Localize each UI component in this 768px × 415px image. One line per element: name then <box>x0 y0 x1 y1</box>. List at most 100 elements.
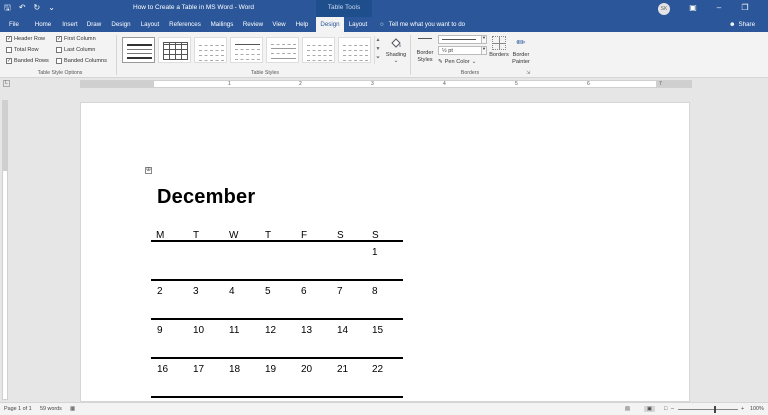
style-line <box>343 55 368 56</box>
tab-file[interactable]: File <box>4 17 24 32</box>
day-cell: 7 <box>337 286 343 297</box>
checkbox-box <box>6 47 12 53</box>
table-style-light-grid[interactable] <box>194 37 227 63</box>
tab-mailings[interactable]: Mailings <box>207 17 237 32</box>
zoom-slider-thumb[interactable] <box>714 406 716 413</box>
person-icon: ☻ <box>729 21 736 28</box>
style-line <box>127 53 152 54</box>
tab-design[interactable]: Design <box>109 17 133 32</box>
border-styles-button[interactable]: Border Styles <box>414 36 436 64</box>
style-line <box>235 54 260 55</box>
tab-table-layout[interactable]: Layout <box>346 17 370 32</box>
style-line <box>235 59 260 60</box>
ruler-body[interactable]: 1 2 3 4 5 6 7 <box>80 80 692 88</box>
share-button[interactable]: ☻ Share <box>729 17 755 32</box>
table-style-light-list[interactable] <box>230 37 263 63</box>
chevron-down-icon[interactable]: ▼ <box>375 45 381 54</box>
style-line <box>343 50 368 51</box>
calendar-table[interactable]: M T W T F S S 1 2 3 4 5 6 7 8 9 10 11 12… <box>151 229 403 398</box>
zoom-in-icon[interactable]: + <box>741 406 744 412</box>
restore-icon[interactable]: ❐ <box>732 2 758 14</box>
redo-icon[interactable]: ↻ <box>34 2 41 14</box>
group-label-table-styles: Table Styles <box>251 70 279 76</box>
tell-me-box[interactable]: ○ Tell me what you want to do <box>380 17 465 32</box>
style-line <box>271 53 296 54</box>
table-move-handle-icon[interactable]: ⊕ <box>145 167 152 174</box>
customize-qat-icon[interactable]: ⌄ <box>48 2 55 14</box>
share-label: Share <box>738 21 756 28</box>
tab-table-design[interactable]: Design <box>316 17 344 32</box>
zoom-out-icon[interactable]: – <box>671 406 674 412</box>
ribbon-tabs: File Home Insert Draw Design Layout Refe… <box>0 17 768 32</box>
dialog-launcher-icon[interactable]: ⇲ <box>526 70 530 76</box>
word-count[interactable]: 59 words <box>40 406 62 412</box>
banded-columns-checkbox[interactable]: Banded Columns <box>56 58 107 64</box>
tab-review[interactable]: Review <box>241 17 265 32</box>
weekday-cell: S <box>372 230 379 241</box>
line-style-dropdown[interactable] <box>438 35 482 44</box>
day-cell: 6 <box>301 286 307 297</box>
read-mode-icon[interactable]: ▤ <box>625 406 630 412</box>
tab-help[interactable]: Help <box>293 17 311 32</box>
more-icon[interactable]: ⏷ <box>375 54 381 63</box>
ribbon-display-icon[interactable]: ▣ <box>680 2 706 14</box>
line-sample <box>442 39 476 40</box>
borders-button[interactable]: Borders <box>487 36 511 59</box>
style-line <box>127 44 152 46</box>
chevron-up-icon[interactable]: ▲ <box>375 36 381 45</box>
undo-icon[interactable]: ↶ <box>19 2 26 14</box>
tab-selector[interactable]: L <box>3 80 10 87</box>
line-weight-value: ½ pt <box>442 48 453 54</box>
vertical-ruler-body[interactable] <box>2 100 8 400</box>
group-separator <box>116 35 117 75</box>
table-style-plain[interactable] <box>122 37 155 63</box>
tab-view[interactable]: View <box>270 17 288 32</box>
save-icon[interactable]: 🖫 <box>4 2 11 14</box>
pen-color-button[interactable]: ✎ Pen Color ⌄ <box>438 59 476 65</box>
line-weight-dropdown[interactable]: ½ pt <box>438 46 482 55</box>
total-row-checkbox[interactable]: Total Row <box>6 47 39 53</box>
day-cell: 18 <box>229 364 241 375</box>
ruler-number: 4 <box>443 81 446 87</box>
month-heading[interactable]: December <box>157 186 255 209</box>
day-cell: 12 <box>265 325 277 336</box>
header-row-checkbox[interactable]: ✓ Header Row <box>6 36 45 42</box>
checkbox-label: Last Column <box>64 47 96 53</box>
first-column-checkbox[interactable]: ✓ First Column <box>56 36 96 42</box>
tab-insert[interactable]: Insert <box>59 17 81 32</box>
page-count[interactable]: Page 1 of 1 <box>4 406 32 412</box>
table-style-plain-3[interactable] <box>338 37 371 63</box>
border-painter-button[interactable]: ✏ Border Painter <box>509 36 533 66</box>
table-row: 16 17 18 19 20 21 22 <box>151 359 403 398</box>
table-style-light-shading[interactable] <box>266 37 299 63</box>
style-line <box>271 48 296 49</box>
last-column-checkbox[interactable]: Last Column <box>56 47 95 53</box>
tab-home[interactable]: Home <box>32 17 54 32</box>
avatar[interactable]: SK <box>658 3 670 15</box>
checkbox-label: Banded Columns <box>64 58 107 64</box>
banded-rows-checkbox[interactable]: ✓ Banded Rows <box>6 58 49 64</box>
web-layout-icon[interactable]: □ <box>664 406 667 412</box>
vertical-ruler-margin <box>3 101 7 171</box>
shading-button[interactable]: Shading ⌄ <box>384 36 408 64</box>
print-layout-icon[interactable]: ▣ <box>644 406 656 412</box>
close-icon[interactable]: ✕ <box>758 2 768 14</box>
table-style-plain-2[interactable] <box>302 37 335 63</box>
quick-access-toolbar: 🖫 ↶ ↻ ⌄ <box>4 2 55 14</box>
zoom-slider[interactable] <box>678 409 738 410</box>
status-bar: Page 1 of 1 59 words ▦ ▤ ▣ □ – + 100% <box>0 402 768 415</box>
tab-references[interactable]: References <box>167 17 203 32</box>
tab-layout[interactable]: Layout <box>138 17 162 32</box>
gallery-scroll[interactable]: ▲ ▼ ⏷ <box>374 36 381 64</box>
day-cell: 20 <box>301 364 313 375</box>
table-style-grid[interactable] <box>158 37 191 63</box>
group-separator <box>410 35 411 75</box>
title-bar: 🖫 ↶ ↻ ⌄ How to Create a Table in MS Word… <box>0 0 768 17</box>
minimize-icon[interactable]: – <box>706 2 732 14</box>
zoom-level[interactable]: 100% <box>750 406 764 412</box>
window-controls: ▣ – ❐ ✕ <box>680 2 768 14</box>
checkbox-box <box>56 58 62 64</box>
proofing-icon[interactable]: ▦ <box>70 406 75 412</box>
pen-icon: ✎ <box>438 59 443 65</box>
tab-draw[interactable]: Draw <box>85 17 103 32</box>
